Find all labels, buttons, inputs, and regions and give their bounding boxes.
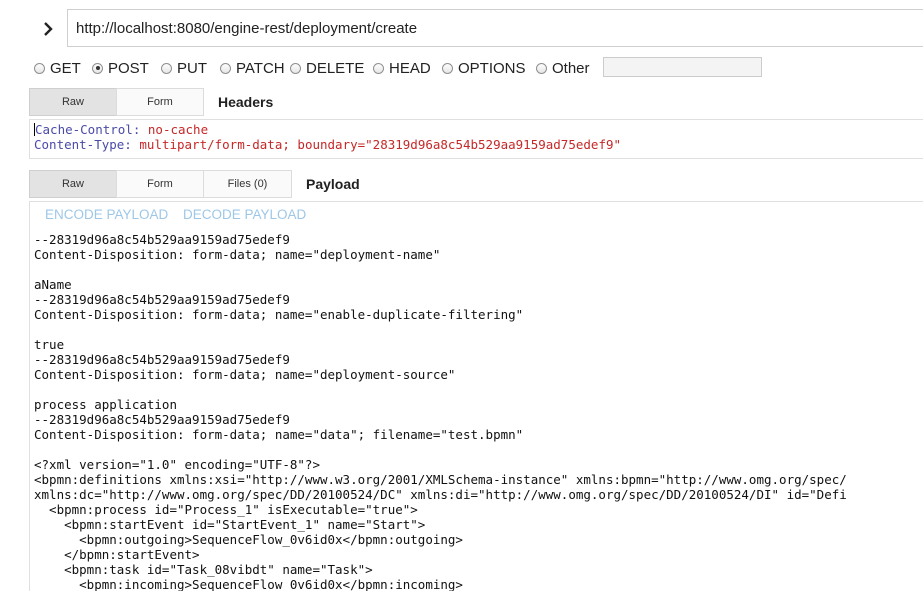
http-method-selector: GET POST PUT PATCH DELETE HEAD OPTIONS O… [34,57,923,78]
other-method-input[interactable] [603,57,762,77]
method-patch-radio[interactable]: PATCH [220,58,285,78]
header-key: Cache-Control: [35,122,141,137]
decode-payload-button[interactable]: DECODE PAYLOAD [183,207,306,222]
method-other-radio[interactable]: Other [536,58,590,78]
headers-tabbar: Raw Form Headers [29,88,329,116]
method-label: HEAD [389,59,431,77]
radio-unchecked-icon [220,62,231,74]
method-label: PATCH [236,59,285,77]
method-label: GET [50,59,81,77]
radio-unchecked-icon [161,62,172,74]
header-key: Content-Type: [34,137,132,152]
tab-label: Form [147,96,173,108]
radio-unchecked-icon [442,62,453,74]
method-put-radio[interactable]: PUT [161,58,207,78]
payload-title: Payload [306,176,360,192]
payload-tab-form[interactable]: Form [116,170,204,198]
method-head-radio[interactable]: HEAD [373,58,431,78]
tab-label: Form [147,178,173,190]
headers-editor[interactable]: Cache-Control: no-cache Content-Type: mu… [29,119,923,159]
payload-tab-raw[interactable]: Raw [29,170,117,198]
headers-title: Headers [218,94,274,110]
header-line: Cache-Control: no-cache [34,122,923,137]
method-label: PUT [177,59,207,77]
method-label: Other [552,59,590,77]
header-value: no-cache [147,122,209,137]
radio-unchecked-icon [536,62,547,74]
tab-label: Raw [61,178,84,190]
radio-checked-icon [92,62,103,74]
radio-unchecked-icon [290,62,301,74]
payload-body[interactable]: --28319d96a8c54b529aa9159ad75edef9 Conte… [34,232,923,591]
rest-client-request-panel: GET POST PUT PATCH DELETE HEAD OPTIONS [0,0,923,591]
method-get-radio[interactable]: GET [34,58,81,78]
radio-unchecked-icon [373,62,384,74]
method-label: OPTIONS [458,59,526,77]
method-options-radio[interactable]: OPTIONS [442,58,526,78]
method-delete-radio[interactable]: DELETE [290,58,364,78]
headers-tab-form[interactable]: Form [116,88,204,116]
url-input[interactable] [67,9,923,47]
method-label: DELETE [306,59,365,77]
headers-tab-raw[interactable]: Raw [29,88,117,116]
payload-editor[interactable]: ENCODE PAYLOAD DECODE PAYLOAD --28319d96… [29,201,923,591]
radio-unchecked-icon [34,62,45,74]
header-value: multipart/form-data; boundary="28319d96a… [139,137,622,152]
url-row [0,9,923,49]
header-line: Content-Type: multipart/form-data; bound… [34,137,923,152]
tab-label: Raw [61,96,84,108]
method-post-radio[interactable]: POST [92,58,149,78]
payload-tab-files[interactable]: Files (0) [203,170,292,198]
expand-url-button[interactable] [38,18,58,40]
encode-payload-button[interactable]: ENCODE PAYLOAD [45,207,168,222]
tab-label: Files (0) [227,178,268,190]
payload-tabbar: Raw Form Files (0) Payload [29,170,429,198]
chevron-right-icon [44,22,53,36]
method-label: POST [108,59,149,77]
